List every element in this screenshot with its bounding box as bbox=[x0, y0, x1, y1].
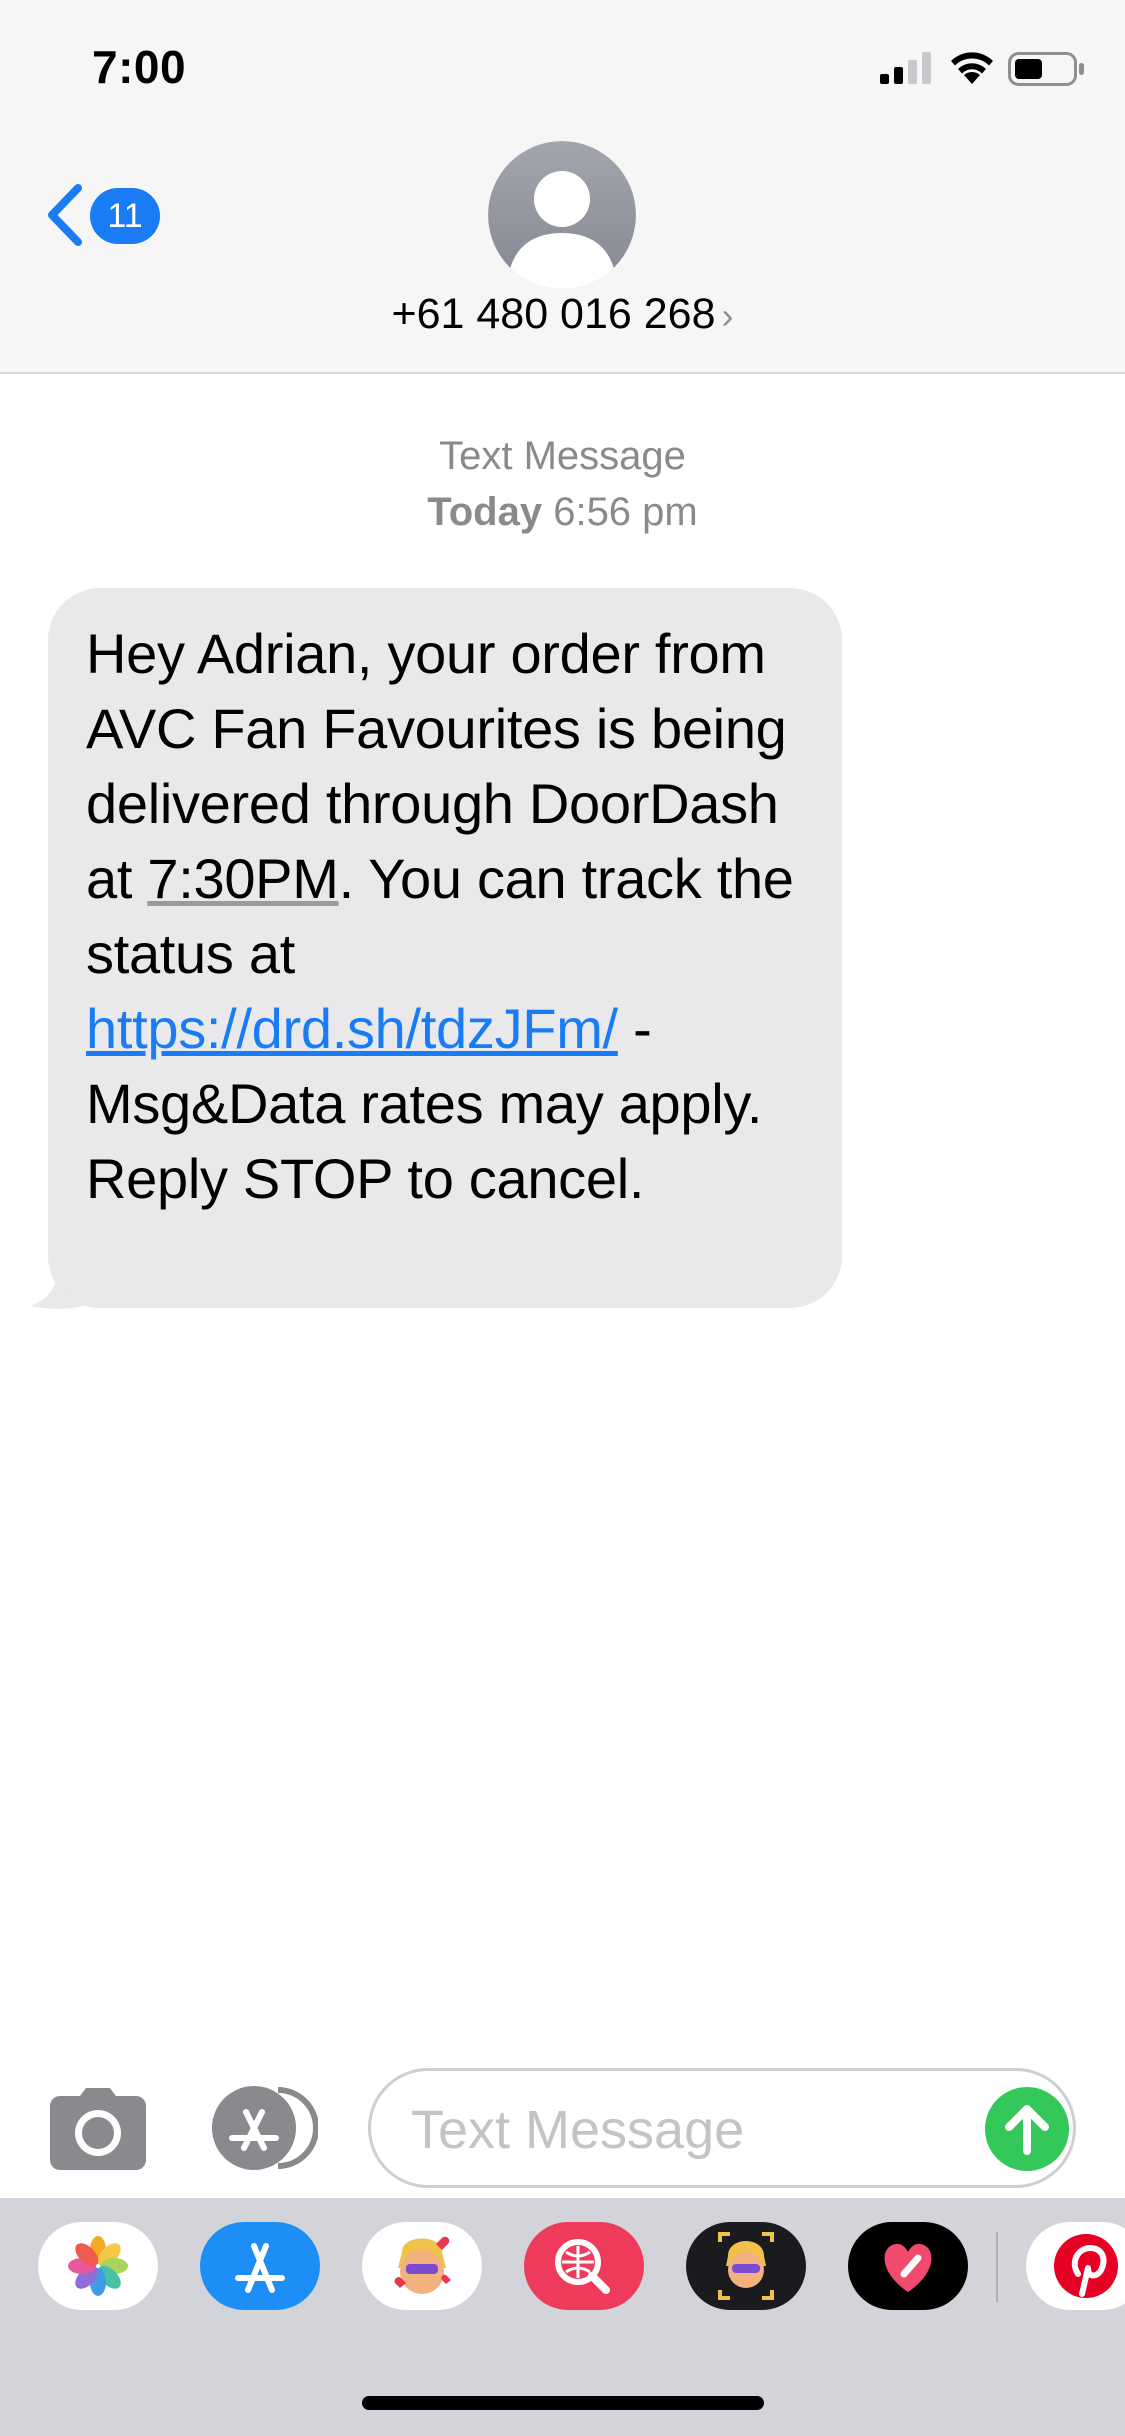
send-button[interactable] bbox=[985, 2087, 1069, 2171]
status-time: 7:00 bbox=[92, 41, 187, 93]
memoji-camera-icon[interactable] bbox=[686, 2222, 806, 2310]
service-label: Text Message bbox=[439, 434, 686, 478]
chevron-left-icon bbox=[48, 184, 82, 246]
unread-count-badge: 11 bbox=[90, 188, 160, 244]
contact-name: +61 480 016 268 bbox=[391, 290, 716, 338]
message-input-field[interactable] bbox=[368, 2068, 1076, 2188]
contact-avatar[interactable] bbox=[488, 141, 636, 289]
conversation-header: 7:00 11 +61 480 016 268 › bbox=[0, 0, 1125, 374]
message-input[interactable] bbox=[409, 2089, 973, 2171]
pinterest-icon[interactable] bbox=[1026, 2222, 1125, 2310]
time-link[interactable]: 7:30PM bbox=[147, 847, 339, 910]
timestamp-time: 6:56 pm bbox=[553, 490, 698, 534]
message-timestamp: Today 6:56 pm bbox=[0, 490, 1125, 535]
cellular-signal-icon bbox=[880, 52, 931, 84]
app-store-icon[interactable] bbox=[200, 2222, 320, 2310]
message-text: Hey Adrian, your order from AVC Fan Favo… bbox=[86, 616, 812, 1216]
person-icon bbox=[488, 141, 636, 289]
tracking-url-link[interactable]: https://drd.sh/tdzJFm/ bbox=[86, 997, 618, 1060]
message-bubble[interactable]: Hey Adrian, your order from AVC Fan Favo… bbox=[48, 588, 842, 1308]
app-drawer bbox=[0, 2198, 1125, 2436]
memoji-stickers-icon[interactable] bbox=[362, 2222, 482, 2310]
back-button[interactable]: 11 bbox=[44, 176, 174, 256]
photos-icon[interactable] bbox=[38, 2222, 158, 2310]
app-store-apps-icon[interactable] bbox=[208, 2086, 318, 2170]
contact-name-button[interactable]: +61 480 016 268 › bbox=[0, 290, 1125, 339]
home-indicator[interactable] bbox=[362, 2396, 764, 2410]
battery-icon bbox=[1008, 52, 1084, 86]
images-search-icon[interactable] bbox=[524, 2222, 644, 2310]
chevron-right-icon: › bbox=[721, 295, 734, 336]
camera-icon[interactable] bbox=[50, 2088, 146, 2170]
timestamp-day: Today bbox=[427, 490, 543, 534]
wifi-icon bbox=[951, 52, 993, 84]
digital-touch-icon[interactable] bbox=[848, 2222, 968, 2310]
drawer-divider bbox=[996, 2232, 998, 2302]
arrow-up-icon bbox=[1005, 2105, 1049, 2155]
